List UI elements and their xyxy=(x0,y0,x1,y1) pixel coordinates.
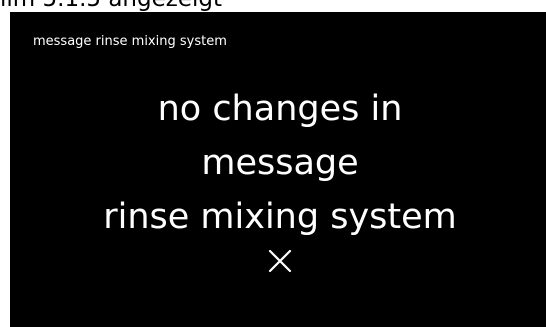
message-line-3: rinse mixing system xyxy=(103,197,457,237)
message-text: no changes in message rinse mixing syste… xyxy=(10,82,546,244)
document-caption: ilm 5.1.5 angezeigt xyxy=(0,0,222,12)
device-screen: message rinse mixing system no changes i… xyxy=(10,12,546,327)
close-button[interactable] xyxy=(264,245,296,277)
close-icon xyxy=(268,249,292,273)
message-line-2: message xyxy=(201,143,359,183)
page: ilm 5.1.5 angezeigt message rinse mixing… xyxy=(0,0,546,327)
screen-title: message rinse mixing system xyxy=(33,34,227,49)
message-line-1: no changes in xyxy=(157,89,403,129)
